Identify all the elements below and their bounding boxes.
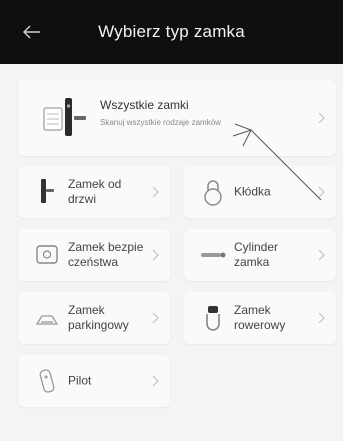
cylinder-icon xyxy=(198,240,228,270)
lock-type-label: Zamek od drzwi xyxy=(68,177,122,206)
safe-icon xyxy=(32,240,62,270)
back-button[interactable] xyxy=(20,20,44,44)
chevron-right-icon xyxy=(152,312,159,324)
page-title: Wybierz typ zamka xyxy=(98,22,245,41)
chevron-right-icon xyxy=(318,249,325,261)
lock-type-remote[interactable]: Pilot xyxy=(18,355,170,407)
chevron-right-icon xyxy=(152,375,159,387)
lock-type-parking[interactable]: Zamek parkingowy xyxy=(18,292,170,344)
chevron-right-icon xyxy=(152,186,159,198)
all-locks-icon xyxy=(36,90,92,151)
lock-type-cylinder[interactable]: Cylinder zamka xyxy=(184,229,336,281)
lock-type-label: Cylinder zamka xyxy=(234,240,279,269)
door-lock-icon xyxy=(32,177,62,207)
all-locks-subtitle: Skanuj wszystkie rodzaje zamków xyxy=(100,118,221,127)
bike-lock-icon xyxy=(198,303,228,333)
lock-type-bike[interactable]: Zamek rowerowy xyxy=(184,292,336,344)
all-locks-title: Wszystkie zamki xyxy=(100,98,189,112)
remote-icon xyxy=(32,366,62,396)
parking-lock-icon xyxy=(32,303,62,333)
lock-type-label: Zamek parkingowy xyxy=(68,303,129,332)
lock-type-door[interactable]: Zamek od drzwi xyxy=(18,166,170,218)
padlock-icon xyxy=(198,177,228,207)
top-bar: Wybierz typ zamka xyxy=(0,0,343,64)
lock-type-label: Zamek bezpie czeństwa xyxy=(68,240,144,269)
lock-type-safe[interactable]: Zamek bezpie czeństwa xyxy=(18,229,170,281)
lock-type-label: Zamek rowerowy xyxy=(234,303,286,332)
chevron-right-icon xyxy=(318,312,325,324)
pointer-arrow-icon xyxy=(232,123,322,201)
chevron-right-icon xyxy=(152,249,159,261)
lock-type-label: Pilot xyxy=(68,373,92,388)
arrow-left-icon xyxy=(23,25,40,39)
